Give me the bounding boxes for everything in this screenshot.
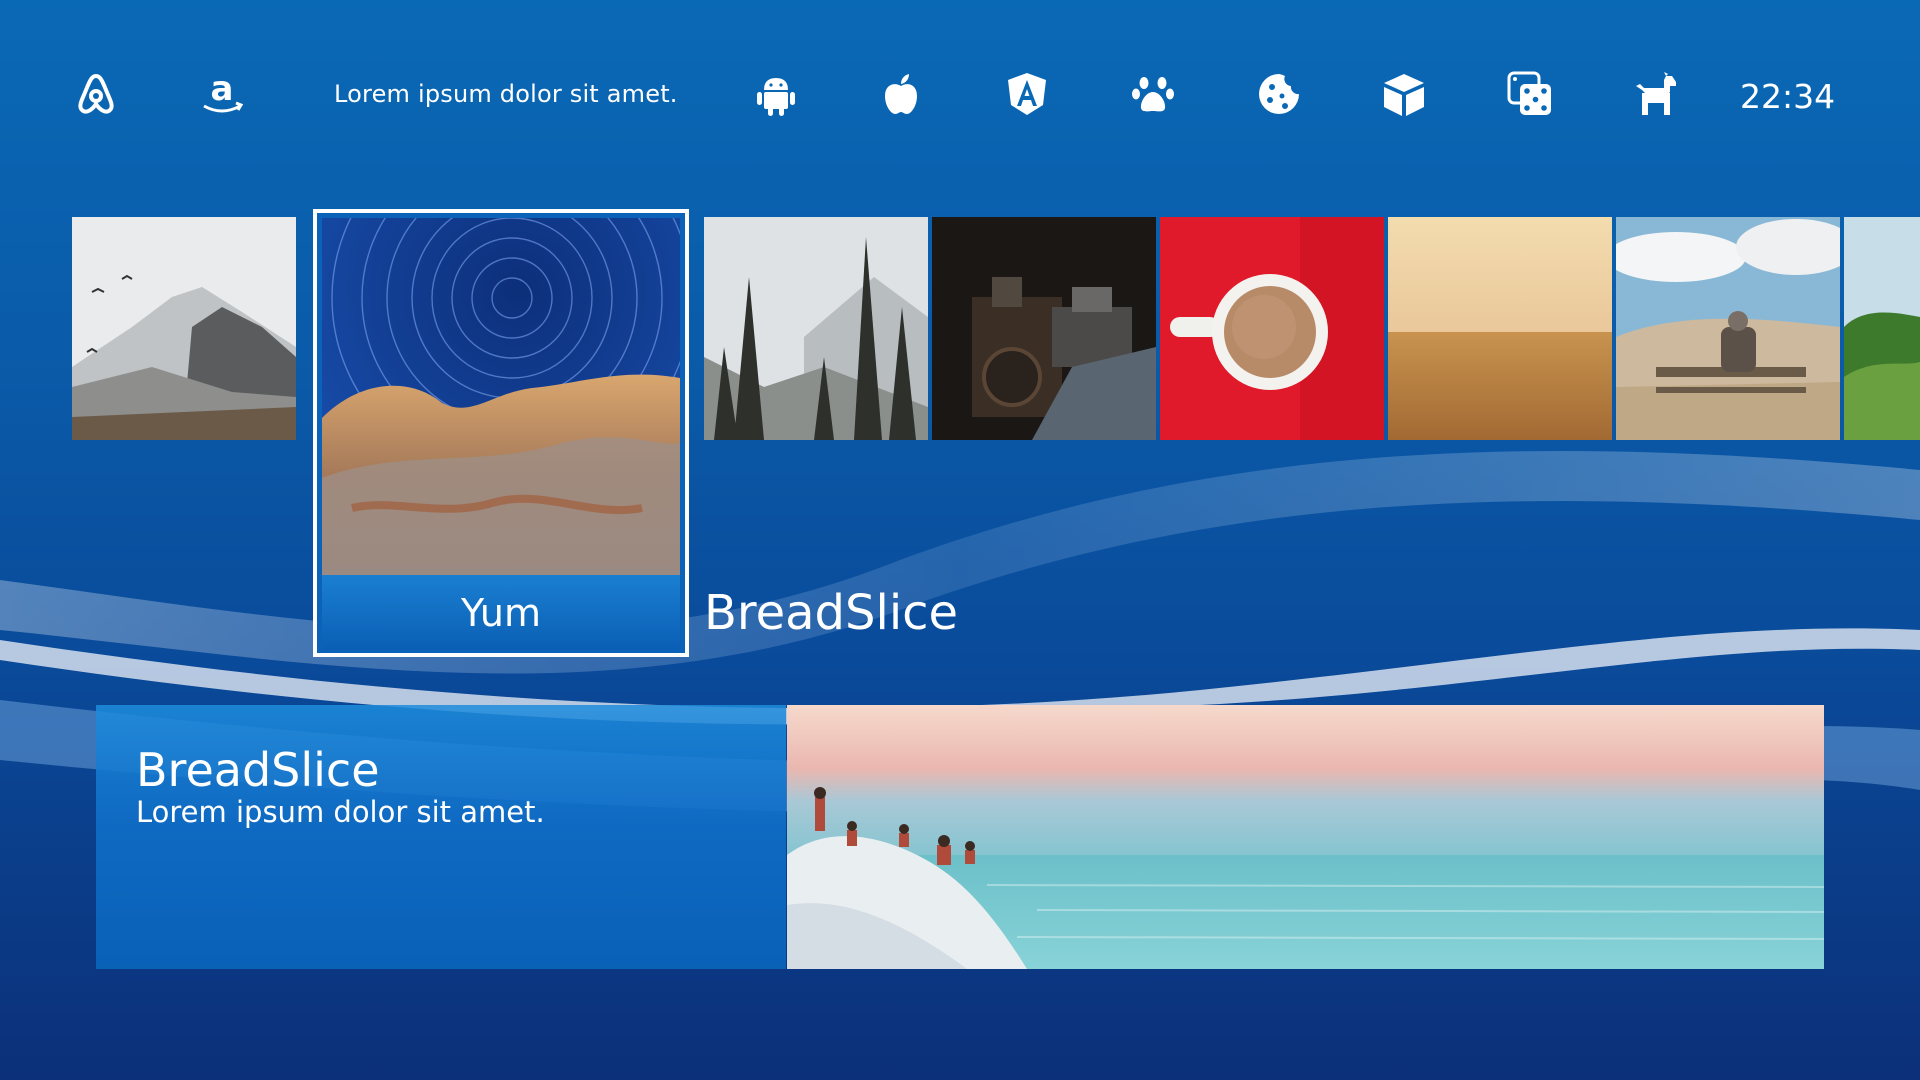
apple-icon[interactable] — [875, 68, 927, 120]
info-panel-title: BreadSlice — [136, 743, 380, 797]
tile-mountain-birds[interactable] — [72, 217, 296, 440]
info-panel-subtitle: Lorem ipsum dolor sit amet. — [136, 795, 545, 829]
tile-old-machine[interactable] — [932, 217, 1156, 440]
angular-icon[interactable] — [1001, 68, 1053, 120]
android-icon[interactable] — [750, 68, 802, 120]
dog-icon[interactable] — [1630, 68, 1682, 120]
info-panel[interactable]: BreadSlice Lorem ipsum dolor sit amet. — [96, 705, 1824, 969]
tile-bench-dunes[interactable] — [1616, 217, 1840, 440]
box-icon[interactable] — [1378, 68, 1430, 120]
info-panel-image — [787, 705, 1824, 969]
tile-coffee-cup[interactable] — [1160, 217, 1384, 440]
selected-tile-image — [322, 218, 680, 575]
airbnb-icon[interactable] — [70, 68, 122, 120]
cookie-icon[interactable] — [1253, 68, 1305, 120]
amazon-icon[interactable]: a — [196, 68, 248, 120]
dice-icon[interactable] — [1504, 68, 1556, 120]
svg-text:a: a — [211, 70, 234, 109]
paw-icon[interactable] — [1127, 68, 1179, 120]
top-bar: a Lorem ipsum dolor sit amet. 22:34 — [0, 0, 1920, 200]
tile-green-hills[interactable] — [1844, 217, 1920, 440]
tile-desert[interactable] — [1388, 217, 1612, 440]
top-message: Lorem ipsum dolor sit amet. — [334, 80, 678, 108]
tile-pine-forest[interactable] — [704, 217, 928, 440]
info-panel-text-area: BreadSlice Lorem ipsum dolor sit amet. — [96, 705, 786, 969]
selected-tile[interactable]: Yum — [313, 209, 689, 657]
clock: 22:34 — [1740, 77, 1836, 116]
selected-title: BreadSlice — [704, 585, 959, 641]
selected-tile-caption: Yum — [322, 575, 680, 650]
